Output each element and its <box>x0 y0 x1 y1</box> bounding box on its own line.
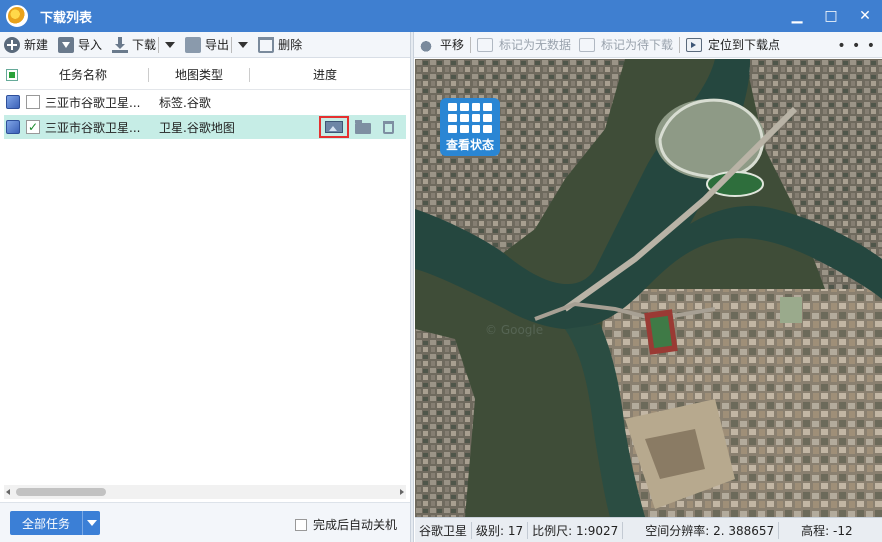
row-actions <box>319 116 402 138</box>
column-header-map-type[interactable]: 地图类型 <box>149 66 249 83</box>
locate-label: 定位到下载点 <box>708 38 781 52</box>
hand-icon <box>418 37 434 52</box>
download-button[interactable]: 下载 <box>108 33 179 57</box>
map-source: 谷歌卫星 <box>415 521 473 539</box>
auto-shutdown-label: 完成后自动关机 <box>313 518 398 532</box>
export-image-icon <box>325 121 343 133</box>
task-table-header: 任务名称 地图类型 进度 <box>0 60 410 90</box>
map-watermark: © Google <box>485 323 543 337</box>
trash-icon <box>382 120 394 134</box>
locate-download-point-button[interactable]: 定位到下载点 <box>682 33 784 57</box>
open-folder-button[interactable] <box>352 117 374 137</box>
export-dropdown-icon[interactable] <box>238 41 249 48</box>
new-task-label: 新建 <box>24 38 49 52</box>
task-map-type: 卫星.谷歌地图 <box>159 120 235 135</box>
window-controls: ▁ □ ✕ <box>780 0 882 32</box>
app-logo-icon <box>6 5 28 27</box>
zoom-level: 级别: 17 <box>472 521 529 539</box>
mark-no-data-button[interactable]: 标记为无数据 <box>473 33 575 57</box>
delete-label: 删除 <box>278 38 303 52</box>
column-header-task-name[interactable]: 任务名称 <box>18 66 148 83</box>
pan-label: 平移 <box>440 38 465 52</box>
export-label: 导出 <box>205 38 230 52</box>
task-footer: 全部任务 完成后自动关机 <box>0 502 410 542</box>
scrollbar-thumb[interactable] <box>16 488 106 496</box>
more-options-icon[interactable]: • • • <box>837 38 876 54</box>
grid-icon <box>448 103 492 133</box>
column-header-progress[interactable]: 进度 <box>250 66 400 83</box>
plus-circle-icon <box>4 36 20 53</box>
task-row-selected[interactable]: ✓ 三亚市谷歌卫星... 卫星.谷歌地图 <box>4 115 406 139</box>
close-button[interactable]: ✕ <box>848 0 882 32</box>
divider <box>231 36 233 53</box>
task-checkbox-checked[interactable]: ✓ <box>26 120 40 134</box>
maximize-button[interactable]: □ <box>814 0 848 32</box>
task-map-type: 标签.谷歌 <box>159 95 211 110</box>
map-toolbar: 平移 标记为无数据 标记为待下载 定位到下载点 • • • <box>414 32 882 58</box>
task-name: 三亚市谷歌卫星... <box>45 120 141 135</box>
satellite-map[interactable]: © Google 查看状态 <box>415 59 882 517</box>
download-label: 下载 <box>132 38 157 52</box>
window-title: 下载列表 <box>40 10 93 26</box>
pan-button[interactable]: 平移 <box>414 33 468 57</box>
mark-no-data-label: 标记为无数据 <box>499 38 572 52</box>
elevation: 高程: -12 <box>801 523 853 538</box>
divider <box>470 36 472 53</box>
locate-icon <box>686 37 703 52</box>
scroll-right-icon[interactable] <box>400 489 404 495</box>
spatial-resolution: 空间分辨率: 2. 388657 <box>623 521 780 539</box>
all-tasks-filter-button[interactable]: 全部任务 <box>10 511 100 535</box>
task-name: 三亚市谷歌卫星... <box>45 95 141 110</box>
view-status-button[interactable]: 查看状态 <box>440 98 500 156</box>
divider <box>158 36 160 53</box>
task-type-icon <box>6 95 20 109</box>
task-toolbar: 新建 导入 下载 导出 删除 <box>0 32 410 58</box>
import-button[interactable]: 导入 <box>54 33 106 57</box>
task-row[interactable]: 三亚市谷歌卫星... 标签.谷歌 <box>4 91 406 113</box>
task-checkbox[interactable] <box>26 95 40 109</box>
scroll-left-icon[interactable] <box>6 489 10 495</box>
export-button[interactable]: 导出 <box>181 33 252 57</box>
delete-task-button[interactable] <box>377 117 399 137</box>
task-type-icon <box>6 120 20 134</box>
new-task-button[interactable]: 新建 <box>0 33 52 57</box>
chevron-down-icon <box>86 520 97 526</box>
auto-shutdown-checkbox[interactable] <box>295 518 307 531</box>
download-dropdown-icon[interactable] <box>165 41 176 48</box>
download-icon <box>112 36 129 53</box>
view-status-label: 查看状态 <box>445 138 494 152</box>
map-status-bar: 谷歌卫星 级别: 17 比例尺: 1:9027 空间分辨率: 2. 388657… <box>415 517 882 542</box>
auto-shutdown-option[interactable]: 完成后自动关机 <box>295 516 397 533</box>
select-all-checkbox[interactable] <box>6 68 18 81</box>
import-icon <box>58 36 75 53</box>
trash-icon <box>258 36 275 53</box>
export-image-button[interactable] <box>319 116 349 138</box>
map-scale: 比例尺: 1:9027 <box>528 521 624 539</box>
divider <box>679 36 681 53</box>
export-image-icon <box>185 36 202 53</box>
horizontal-scrollbar[interactable] <box>4 485 406 499</box>
all-tasks-label: 全部任务 <box>21 516 70 531</box>
mark-pending-label: 标记为待下载 <box>601 38 674 52</box>
minimize-button[interactable]: ▁ <box>780 0 814 32</box>
delete-button[interactable]: 删除 <box>254 33 306 57</box>
panel-splitter[interactable] <box>410 32 414 542</box>
folder-icon <box>355 119 371 134</box>
title-bar: 下载列表 ▁ □ ✕ <box>0 0 882 32</box>
import-label: 导入 <box>78 38 103 52</box>
mark-no-data-icon <box>477 37 494 52</box>
mark-pending-button[interactable]: 标记为待下载 <box>575 33 677 57</box>
all-tasks-dropdown[interactable] <box>82 511 100 535</box>
mark-pending-icon <box>579 37 596 52</box>
